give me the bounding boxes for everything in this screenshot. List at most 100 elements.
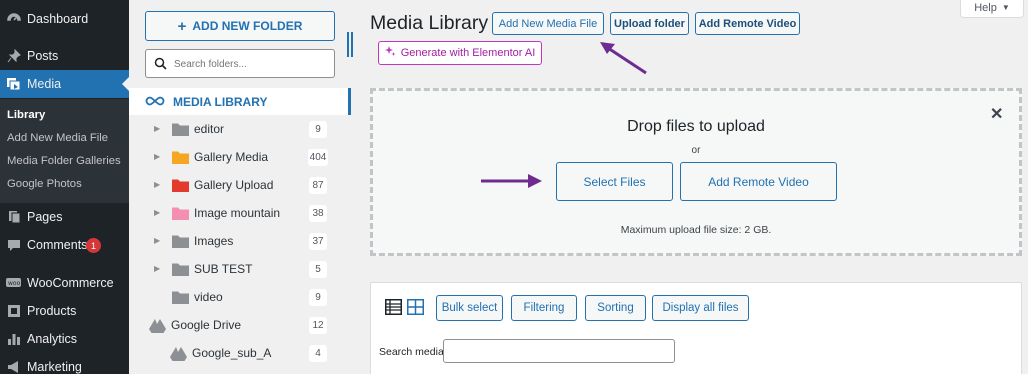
folder-item[interactable]: ▶ editor 9 (129, 119, 351, 141)
search-folders-field[interactable] (145, 49, 335, 78)
sparkle-icon (384, 46, 396, 60)
folder-count: 9 (309, 289, 327, 306)
add-remote-video-upload-button[interactable]: Add Remote Video (680, 162, 837, 201)
sorting-button[interactable]: Sorting (585, 295, 646, 321)
arrow-to-add-new-media-file (600, 42, 647, 75)
add-new-media-file-button[interactable]: Add New Media File (492, 12, 604, 35)
menu-woocommerce[interactable]: woo WooCommerce (0, 269, 129, 297)
menu-label: Comments (27, 238, 88, 252)
google-drive-icon (170, 346, 187, 366)
folder-count: 5 (309, 261, 327, 278)
upload-dropzone[interactable]: Drop files to upload or Select Files Add… (370, 88, 1022, 256)
add-remote-video-button[interactable]: Add Remote Video (695, 12, 800, 35)
menu-label: WooCommerce (27, 276, 114, 290)
page-icon (6, 210, 21, 225)
folder-icon (172, 122, 189, 141)
menu-marketing[interactable]: Marketing (0, 353, 129, 374)
folder-item[interactable]: ▶ SUB TEST 5 (129, 259, 351, 281)
search-media-label: Search media (379, 346, 444, 358)
submenu-google-photos[interactable]: Google Photos (7, 178, 82, 190)
chevron-right-icon[interactable]: ▶ (154, 208, 160, 217)
menu-label: Analytics (27, 332, 78, 346)
plus-icon: + (177, 17, 187, 35)
folder-item[interactable]: video 9 (129, 287, 351, 309)
menu-label: Dashboard (27, 12, 89, 26)
add-new-folder-label: ADD NEW FOLDER (192, 19, 303, 33)
folder-item[interactable]: ▶ Gallery Media 404 (129, 147, 351, 169)
folder-count: 38 (309, 205, 327, 222)
folder-label: Google_sub_A (192, 346, 272, 360)
woocommerce-icon: woo (6, 276, 21, 291)
folder-label: video (194, 290, 223, 304)
menu-label: Media (27, 77, 62, 91)
bulk-select-button[interactable]: Bulk select (436, 295, 503, 321)
folder-label: Gallery Media (194, 150, 269, 164)
comments-count-badge: 1 (86, 238, 101, 253)
search-media-input[interactable] (443, 339, 675, 363)
media-submenu: Library Add New Media File Media Folder … (0, 99, 129, 203)
folder-label: Image mountain (194, 206, 281, 220)
menu-label: Pages (27, 210, 63, 224)
upload-folder-button[interactable]: Upload folder (610, 12, 689, 35)
filtering-button[interactable]: Filtering (511, 295, 577, 321)
menu-analytics[interactable]: Analytics (0, 325, 129, 353)
folder-count: 4 (309, 345, 327, 362)
display-all-files-button[interactable]: Display all files (652, 295, 749, 321)
submenu-media-folder-galleries[interactable]: Media Folder Galleries (7, 155, 121, 167)
folder-item[interactable]: ▶ Gallery Upload 87 (129, 175, 351, 197)
menu-pages[interactable]: Pages (0, 203, 129, 231)
folder-label: Images (194, 234, 234, 248)
folder-item[interactable]: ▶ Image mountain 38 (129, 203, 351, 225)
caret-down-icon: ▼ (1001, 3, 1010, 12)
chevron-right-icon[interactable]: ▶ (154, 180, 160, 189)
or-text: or (691, 145, 701, 156)
media-icon (6, 77, 21, 92)
google-sub-folder[interactable]: Google_sub_A 4 (129, 343, 351, 365)
comment-icon (6, 238, 21, 253)
menu-dashboard[interactable]: Dashboard (0, 5, 129, 33)
folder-count: 9 (309, 121, 327, 138)
folder-label: editor (194, 122, 225, 136)
google-drive-folder[interactable]: Google Drive 12 (129, 315, 351, 337)
generate-with-elementor-ai-button[interactable]: Generate with Elementor AI (378, 41, 542, 65)
menu-label: Marketing (27, 360, 82, 374)
media-toolbar: Bulk select Filtering Sorting Display al… (370, 282, 1022, 374)
menu-products[interactable]: Products (0, 297, 129, 325)
max-upload-size: Maximum upload file size: 2 GB. (620, 224, 772, 236)
folder-label: Google Drive (171, 318, 242, 332)
submenu-library[interactable]: Library (7, 109, 45, 121)
page-title: Media Library (370, 12, 489, 34)
grid-view-icon[interactable] (407, 299, 424, 320)
chevron-right-icon[interactable]: ▶ (154, 236, 160, 245)
search-folders-input[interactable] (174, 55, 324, 73)
media-library-label: MEDIA LIBRARY (173, 95, 268, 109)
analytics-icon (6, 332, 21, 347)
menu-posts[interactable]: Posts (0, 42, 129, 70)
folder-panel: + ADD NEW FOLDER MEDIA LIBRARY ▶ editor … (129, 0, 351, 374)
infinity-icon (145, 94, 165, 113)
folder-count: 404 (308, 149, 328, 166)
menu-comments[interactable]: Comments (0, 231, 129, 259)
media-library-folder[interactable]: MEDIA LIBRARY (129, 88, 351, 115)
chevron-right-icon[interactable]: ▶ (154, 152, 160, 161)
menu-media[interactable]: Media (0, 70, 129, 98)
panel-resize-handle[interactable] (347, 32, 355, 57)
help-button[interactable]: Help ▼ (960, 0, 1024, 18)
svg-text:woo: woo (8, 280, 21, 287)
chevron-right-icon[interactable]: ▶ (154, 264, 160, 273)
search-icon (154, 57, 167, 75)
google-drive-icon (149, 318, 166, 338)
add-new-folder-button[interactable]: + ADD NEW FOLDER (145, 11, 335, 41)
pin-icon (6, 49, 21, 64)
elementor-label: Generate with Elementor AI (400, 47, 536, 59)
select-files-button[interactable]: Select Files (556, 162, 673, 201)
folder-item[interactable]: ▶ Images 37 (129, 231, 351, 253)
folder-icon (172, 150, 189, 169)
close-icon[interactable]: ✕ (990, 107, 1003, 123)
active-indicator (348, 88, 351, 115)
list-view-icon[interactable] (385, 299, 402, 320)
admin-sidebar: Dashboard Posts Media Library Add New Me… (0, 0, 129, 374)
help-label: Help (974, 1, 997, 14)
submenu-add-new-media-file[interactable]: Add New Media File (7, 132, 108, 144)
chevron-right-icon[interactable]: ▶ (154, 124, 160, 133)
